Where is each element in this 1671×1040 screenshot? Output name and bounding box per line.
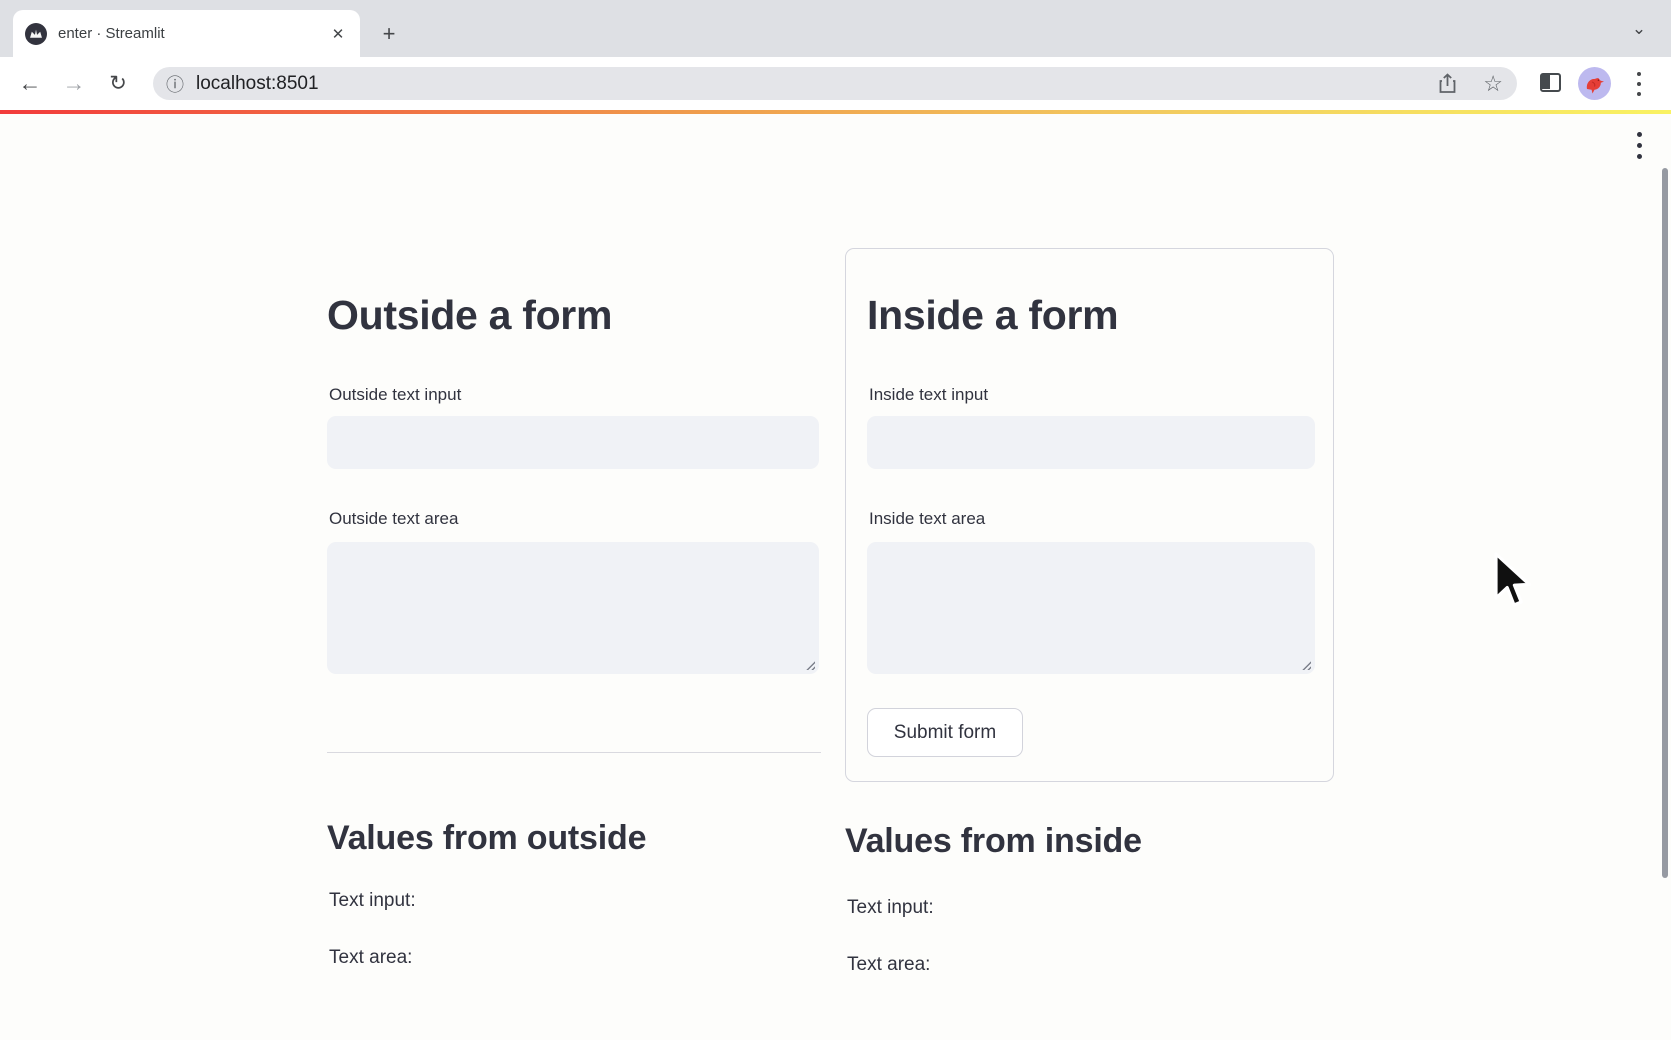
streamlit-favicon-icon xyxy=(25,23,47,45)
inside-text-input-label: Inside text input xyxy=(869,385,988,405)
values-outside-heading: Values from outside xyxy=(327,819,646,858)
outside-text-input[interactable] xyxy=(327,416,819,469)
bookmark-star-icon[interactable]: ☆ xyxy=(1483,73,1503,95)
tab-title: enter · Streamlit xyxy=(58,25,328,42)
outside-text-area[interactable] xyxy=(327,542,819,674)
submit-form-button[interactable]: Submit form xyxy=(867,708,1023,757)
profile-avatar[interactable] xyxy=(1578,67,1611,100)
inside-text-area-label: Inside text area xyxy=(869,509,985,529)
side-panel-icon[interactable] xyxy=(1540,73,1561,92)
outside-text-area-label: Outside text area xyxy=(329,509,458,529)
forward-button[interactable]: → xyxy=(56,57,92,110)
reload-button[interactable]: ↻ xyxy=(100,57,136,110)
streamlit-app: Outside a form Outside text input Outsid… xyxy=(0,114,1671,1040)
page-scrollbar[interactable] xyxy=(1662,168,1668,878)
values-outside-text-input: Text input: xyxy=(329,890,416,912)
tab-strip: enter · Streamlit ✕ + ⌄ xyxy=(0,0,1671,57)
app-menu-button[interactable] xyxy=(1634,132,1644,159)
values-inside-text-input: Text input: xyxy=(847,897,934,919)
outside-text-input-label: Outside text input xyxy=(329,385,461,405)
tab-search-chevron-icon[interactable]: ⌄ xyxy=(1626,16,1652,42)
tab-close-icon[interactable]: ✕ xyxy=(328,24,348,44)
inside-form-heading: Inside a form xyxy=(867,292,1118,339)
outside-form-heading: Outside a form xyxy=(327,292,612,339)
browser-tab[interactable]: enter · Streamlit ✕ xyxy=(13,10,360,57)
address-bar[interactable]: ⓘ localhost:8501 ☆ xyxy=(153,67,1517,100)
values-outside-text-area: Text area: xyxy=(329,947,412,969)
site-info-icon[interactable]: ⓘ xyxy=(166,71,184,97)
divider xyxy=(327,752,821,753)
inside-text-input[interactable] xyxy=(867,416,1315,469)
values-inside-heading: Values from inside xyxy=(845,822,1142,861)
browser-menu-button[interactable] xyxy=(1634,72,1644,96)
browser-toolbar: ← → ↻ ⓘ localhost:8501 ☆ xyxy=(0,57,1671,110)
new-tab-button[interactable]: + xyxy=(376,21,402,47)
inside-text-area[interactable] xyxy=(867,542,1315,674)
url-text[interactable]: localhost:8501 xyxy=(196,73,319,95)
values-inside-text-area: Text area: xyxy=(847,954,930,976)
back-button[interactable]: ← xyxy=(12,57,48,110)
bird-avatar-icon xyxy=(1583,73,1607,95)
share-icon[interactable] xyxy=(1438,73,1457,94)
